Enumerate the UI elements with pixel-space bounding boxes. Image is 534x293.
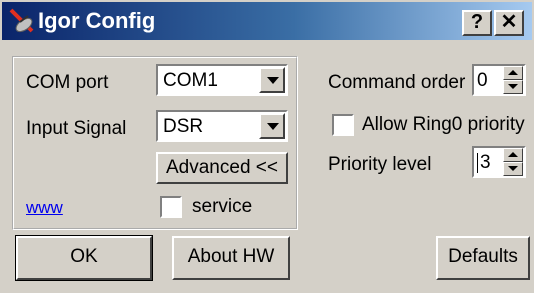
chevron-down-icon[interactable] — [259, 113, 285, 139]
command-order-spinner[interactable]: 0 — [472, 64, 526, 96]
title-bar[interactable]: Igor Config ? ✕ — [2, 2, 532, 40]
service-checkbox[interactable] — [160, 196, 182, 218]
text-caret — [477, 153, 478, 173]
priority-level-label: Priority level — [328, 154, 432, 175]
window-title: Igor Config — [38, 8, 156, 33]
command-order-value: 0 — [477, 70, 488, 91]
spin-down-icon[interactable] — [503, 80, 523, 94]
input-signal-select[interactable]: DSR — [156, 110, 288, 142]
input-signal-value: DSR — [163, 116, 204, 137]
command-order-label: Command order — [328, 72, 466, 93]
spin-down-icon[interactable] — [503, 162, 523, 176]
spin-up-icon[interactable] — [503, 66, 523, 80]
allow-ring0-checkbox[interactable] — [332, 114, 354, 136]
defaults-button[interactable]: Defaults — [436, 236, 530, 280]
service-label: service — [192, 196, 253, 217]
input-signal-label: Input Signal — [26, 118, 127, 139]
com-port-label: COM port — [26, 72, 109, 93]
satellite-dish-icon — [9, 8, 34, 33]
ok-button[interactable]: OK — [15, 235, 153, 281]
advanced-button[interactable]: Advanced << — [156, 152, 288, 184]
help-button[interactable]: ? — [462, 10, 492, 36]
priority-level-spinner[interactable]: 3 — [472, 146, 526, 178]
priority-level-value: 3 — [480, 152, 491, 173]
chevron-down-icon[interactable] — [259, 67, 285, 93]
com-port-value: COM1 — [163, 70, 218, 91]
com-port-select[interactable]: COM1 — [156, 64, 288, 96]
www-link[interactable]: www — [26, 198, 63, 218]
allow-ring0-label: Allow Ring0 priority — [362, 114, 525, 135]
close-button[interactable]: ✕ — [494, 10, 524, 36]
about-hw-button[interactable]: About HW — [172, 236, 290, 280]
igor-config-dialog: Igor Config ? ✕ COM port COM1 Input Sign… — [0, 0, 534, 293]
spin-up-icon[interactable] — [503, 148, 523, 162]
